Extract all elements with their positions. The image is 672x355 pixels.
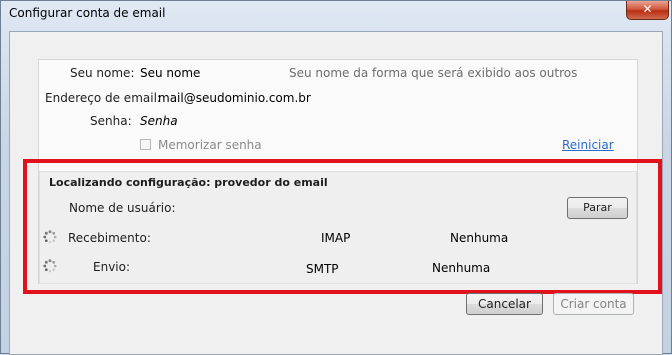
- remember-password-checkbox[interactable]: [140, 139, 151, 150]
- window-title: Configurar conta de email: [9, 6, 166, 20]
- email-label: Endereço de email:: [45, 91, 161, 105]
- restart-link[interactable]: Reiniciar: [562, 138, 614, 152]
- cancel-button[interactable]: Cancelar: [466, 293, 543, 315]
- name-hint: Seu nome da forma que será exibido aos o…: [289, 66, 578, 80]
- password-field[interactable]: Senha: [140, 114, 178, 128]
- name-field[interactable]: Seu nome: [140, 66, 200, 80]
- name-label: Seu nome:: [70, 66, 135, 80]
- create-account-button[interactable]: Criar conta: [553, 293, 634, 315]
- email-field[interactable]: mail@seudominio.com.br: [158, 91, 311, 105]
- title-bar[interactable]: Configurar conta de email ✕: [1, 1, 671, 27]
- create-account-button-label: Criar conta: [560, 297, 627, 311]
- highlight-box: [23, 159, 662, 294]
- remember-password-label: Memorizar senha: [158, 138, 262, 152]
- close-button[interactable]: ✕: [626, 1, 669, 20]
- cancel-button-label: Cancelar: [478, 297, 531, 311]
- close-icon: ✕: [642, 2, 653, 16]
- password-label: Senha:: [90, 114, 132, 128]
